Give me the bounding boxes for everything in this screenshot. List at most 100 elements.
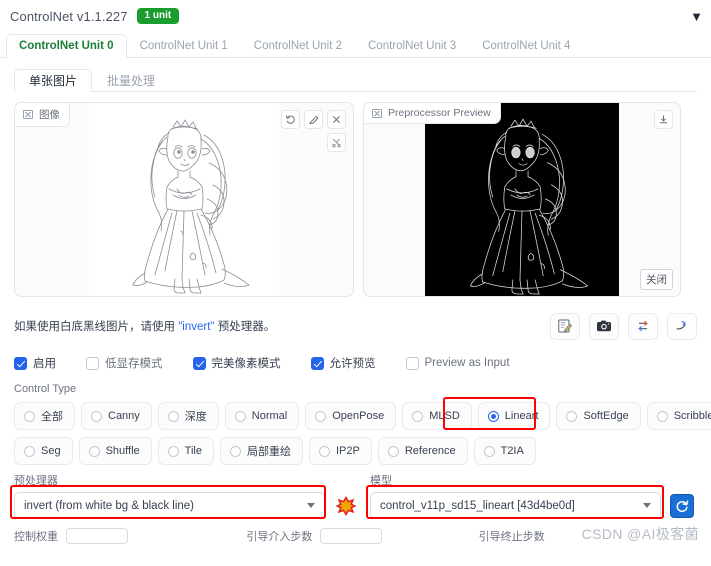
control-type-row-1: 全部 Canny 深度 Normal OpenPose MLSD Lineart	[14, 397, 711, 430]
edit-note-icon[interactable]	[550, 312, 580, 340]
tab-single-image[interactable]: 单张图片	[14, 69, 93, 92]
control-type-mlsd-label: MLSD	[429, 410, 460, 422]
tab-controlnet-unit-3[interactable]: ControlNet Unit 3	[355, 34, 469, 59]
checkbox-allow-preview[interactable]: 允许预览	[310, 355, 376, 371]
tab-controlnet-unit-0[interactable]: ControlNet Unit 0	[6, 33, 127, 58]
control-weight-label: 控制权重	[14, 531, 58, 543]
undo-icon[interactable]	[281, 110, 300, 129]
control-type-shuffle[interactable]: Shuffle	[78, 437, 152, 465]
checkbox-low-vram-box[interactable]	[86, 356, 99, 370]
control-weight-value[interactable]	[66, 528, 128, 544]
preprocessor-label: 预处理器	[14, 475, 58, 487]
control-type-inpaint[interactable]: 局部重绘	[219, 437, 303, 465]
triangle-down-icon[interactable]: ▼	[690, 10, 703, 23]
lineart-preview-svg	[426, 103, 618, 296]
guidance-end-label: 引导终止步数	[478, 531, 545, 543]
preprocessor-model-row: 预处理器 invert (from white bg & black line)…	[10, 472, 697, 519]
preprocessor-preview-image	[425, 103, 619, 296]
guidance-end-slider[interactable]: 引导终止步数	[479, 528, 697, 544]
guidance-start-slider[interactable]: 引导介入步数	[246, 528, 464, 544]
tab-controlnet-unit-1[interactable]: ControlNet Unit 1	[127, 34, 241, 59]
control-type-depth[interactable]: 深度	[157, 402, 219, 430]
control-weight-slider[interactable]: 控制权重	[14, 528, 232, 544]
preprocessor-controls: invert (from white bg & black line)	[14, 492, 358, 519]
preview-image-stage	[364, 103, 680, 296]
checkbox-allow-preview-label: 允许预览	[329, 358, 376, 370]
control-type-t2ia[interactable]: T2IA	[473, 437, 536, 465]
checkbox-preview-as-input[interactable]: Preview as Input	[405, 356, 510, 370]
control-type-lineart[interactable]: Lineart	[477, 402, 551, 430]
control-type-all[interactable]: 全部	[14, 402, 75, 430]
pin-arrow-icon[interactable]	[667, 312, 697, 340]
radio-icon	[24, 410, 35, 422]
checkbox-pixel-perfect-box[interactable]	[192, 356, 206, 370]
download-icon[interactable]	[654, 110, 673, 129]
control-type-softedge-label: SoftEdge	[583, 410, 629, 422]
model-label: 模型	[370, 475, 392, 487]
checkbox-enable-label: 启用	[33, 358, 56, 370]
checkbox-preview-as-input-box[interactable]	[405, 356, 419, 370]
guidance-start-value[interactable]	[320, 528, 383, 544]
refresh-icon[interactable]	[670, 493, 694, 518]
preprocessor-group: 预处理器 invert (from white bg & black line)	[10, 472, 358, 519]
tab-batch-process[interactable]: 批量处理	[92, 69, 170, 92]
preview-close-button[interactable]: 关闭	[640, 269, 673, 290]
control-type-depth-label: 深度	[184, 411, 207, 423]
control-type-lineart-label: Lineart	[504, 410, 539, 422]
checkbox-pixel-perfect[interactable]: 完美像素模式	[192, 355, 281, 371]
control-type-reference-label: Reference	[404, 445, 456, 457]
control-type-canny[interactable]: Canny	[81, 402, 152, 430]
source-image-tag: 图像	[15, 103, 70, 127]
slider-row: 控制权重 引导介入步数 引导终止步数	[14, 528, 697, 544]
checkbox-allow-preview-box[interactable]	[310, 356, 324, 370]
image-panels: 图像 Preprocessor Preview 关闭	[14, 102, 697, 297]
radio-icon	[234, 410, 246, 422]
checkbox-low-vram[interactable]: 低显存模式	[86, 355, 163, 371]
control-type-canny-label: Canny	[108, 410, 140, 422]
source-image	[89, 103, 279, 296]
control-type-normal[interactable]: Normal	[224, 402, 300, 430]
swap-arrows-icon[interactable]	[628, 312, 658, 340]
invert-hint-text: 如果使用白底黑线图片，请使用 "invert" 预处理器。	[14, 318, 275, 334]
checkbox-enable-box[interactable]	[14, 356, 27, 370]
options-checkbox-row: 启用 低显存模式 完美像素模式 允许预览 Preview as Input	[14, 355, 697, 371]
control-type-row-2: Seg Shuffle Tile 局部重绘 IP2P Reference T2I…	[14, 437, 697, 465]
explosion-icon[interactable]	[334, 494, 358, 518]
control-type-softedge[interactable]: SoftEdge	[556, 402, 641, 430]
preprocessor-preview-panel[interactable]: Preprocessor Preview 关闭	[363, 102, 681, 297]
model-group: 模型 control_v11p_sd15_lineart [43d4be0d]	[366, 472, 694, 519]
checkbox-pixel-perfect-label: 完美像素模式	[211, 358, 281, 370]
control-type-openpose[interactable]: OpenPose	[305, 402, 397, 430]
radio-icon	[24, 445, 35, 457]
camera-icon[interactable]	[589, 312, 619, 340]
image-icon	[23, 110, 33, 119]
tab-controlnet-unit-2[interactable]: ControlNet Unit 2	[241, 34, 355, 59]
control-type-scribble[interactable]: Scribble	[646, 402, 711, 430]
chevron-down-icon	[643, 503, 651, 508]
eraser-icon[interactable]	[304, 110, 323, 129]
preview-toolbar	[654, 110, 673, 129]
control-type-reference[interactable]: Reference	[377, 437, 468, 465]
checkbox-enable[interactable]: 启用	[14, 355, 56, 371]
source-image-stage	[15, 103, 353, 296]
source-image-panel[interactable]: 图像	[14, 102, 354, 297]
close-icon[interactable]	[327, 110, 346, 129]
model-select[interactable]: control_v11p_sd15_lineart [43d4be0d]	[370, 492, 661, 519]
radio-icon-selected	[487, 410, 499, 422]
princess-sketch-svg	[89, 103, 279, 296]
tab-controlnet-unit-4[interactable]: ControlNet Unit 4	[469, 34, 583, 59]
control-type-tile[interactable]: Tile	[157, 437, 214, 465]
image-mode-tabs: 单张图片 批量处理	[14, 66, 697, 92]
radio-icon	[412, 410, 424, 422]
radio-icon	[318, 445, 330, 457]
control-type-t2ia-label: T2IA	[500, 445, 524, 457]
controlnet-accordion-header[interactable]: ControlNet v1.1.227 1 unit ▼	[0, 0, 711, 30]
control-type-scribble-label: Scribble	[673, 410, 711, 422]
scissors-icon[interactable]	[327, 133, 346, 152]
control-type-mlsd[interactable]: MLSD	[402, 402, 472, 430]
preprocessor-select[interactable]: invert (from white bg & black line)	[14, 492, 325, 519]
control-type-ip2p-label: IP2P	[335, 445, 360, 457]
control-type-seg[interactable]: Seg	[14, 437, 73, 465]
control-type-ip2p[interactable]: IP2P	[308, 437, 372, 465]
control-type-tile-label: Tile	[184, 445, 202, 457]
